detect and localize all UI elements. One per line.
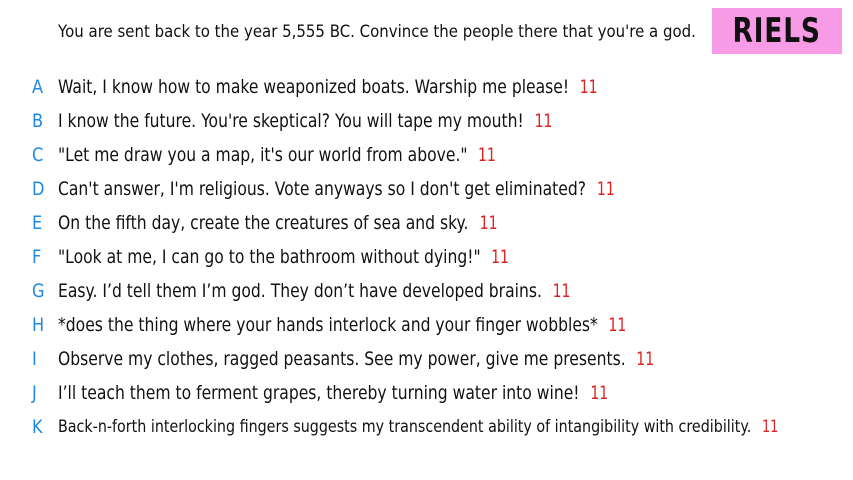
answer-row-g: G Easy. I’d tell them I’m god. They don’…: [0, 274, 853, 308]
answer-body: Back-n-forth interlocking fingers sugges…: [58, 417, 780, 437]
answer-text: Easy. I’d tell them I’m god. They don’t …: [58, 280, 542, 302]
answer-letter: D: [32, 178, 45, 200]
answer-row-j: J I’ll teach them to ferment grapes, the…: [0, 376, 853, 410]
answer-score: 11: [478, 144, 497, 166]
answer-row-f: F "Look at me, I can go to the bathroom …: [0, 240, 853, 274]
answer-letter: E: [32, 212, 43, 234]
answer-letter: B: [32, 110, 44, 132]
answer-row-h: H *does the thing where your hands inter…: [0, 308, 853, 342]
answer-body: *does the thing where your hands interlo…: [58, 314, 627, 336]
answer-row-k: K Back-n-forth interlocking fingers sugg…: [0, 410, 853, 444]
answer-text: On the fifth day, create the creatures o…: [58, 212, 469, 234]
answer-text: Wait, I know how to make weaponized boat…: [58, 76, 570, 98]
answer-row-i: I Observe my clothes, ragged peasants. S…: [0, 342, 853, 376]
answer-letter: H: [32, 314, 45, 336]
answer-score: 11: [534, 110, 553, 132]
answer-text: I know the future. You're skeptical? You…: [58, 110, 524, 132]
answer-text: *does the thing where your hands interlo…: [58, 314, 598, 336]
answer-body: Observe my clothes, ragged peasants. See…: [58, 348, 655, 370]
answer-letter: A: [32, 76, 44, 98]
contestant-name-badge: RIELS: [712, 8, 842, 54]
answer-letter: K: [32, 416, 43, 438]
answer-score: 11: [579, 76, 598, 98]
answer-row-e: E On the fifth day, create the creatures…: [0, 206, 853, 240]
answer-letter: J: [32, 382, 37, 404]
answer-row-c: C "Let me draw you a map, it's our world…: [0, 138, 853, 172]
answer-body: Can't answer, I'm religious. Vote anyway…: [58, 178, 616, 200]
answer-text: "Let me draw you a map, it's our world f…: [58, 144, 468, 166]
answer-body: "Look at me, I can go to the bathroom wi…: [58, 246, 510, 268]
answer-score: 11: [636, 348, 655, 370]
answer-score: 11: [596, 178, 615, 200]
answer-text: Back-n-forth interlocking fingers sugges…: [58, 417, 752, 437]
answer-body: Wait, I know how to make weaponized boat…: [58, 76, 599, 98]
answer-score: 11: [608, 314, 627, 336]
answer-row-a: A Wait, I know how to make weaponized bo…: [0, 70, 853, 104]
answer-score: 11: [762, 417, 779, 437]
contestant-name: RIELS: [732, 11, 822, 51]
answer-body: On the fifth day, create the creatures o…: [58, 212, 498, 234]
answer-row-d: D Can't answer, I'm religious. Vote anyw…: [0, 172, 853, 206]
answer-letter: F: [32, 246, 42, 268]
answer-score: 11: [552, 280, 571, 302]
answer-score: 11: [491, 246, 510, 268]
answer-score: 11: [590, 382, 609, 404]
answer-body: Easy. I’d tell them I’m god. They don’t …: [58, 280, 572, 302]
answer-text: Observe my clothes, ragged peasants. See…: [58, 348, 626, 370]
prompt-text: You are sent back to the year 5,555 BC. …: [58, 22, 696, 42]
answer-letter: G: [32, 280, 45, 302]
answer-body: I’ll teach them to ferment grapes, there…: [58, 382, 609, 404]
answer-text: "Look at me, I can go to the bathroom wi…: [58, 246, 481, 268]
answer-text: Can't answer, I'm religious. Vote anyway…: [58, 178, 586, 200]
answer-body: "Let me draw you a map, it's our world f…: [58, 144, 497, 166]
answer-letter: C: [32, 144, 44, 166]
answer-row-b: B I know the future. You're skeptical? Y…: [0, 104, 853, 138]
answer-score: 11: [479, 212, 498, 234]
answer-letter: I: [32, 348, 37, 370]
answer-text: I’ll teach them to ferment grapes, there…: [58, 382, 580, 404]
answer-body: I know the future. You're skeptical? You…: [58, 110, 553, 132]
